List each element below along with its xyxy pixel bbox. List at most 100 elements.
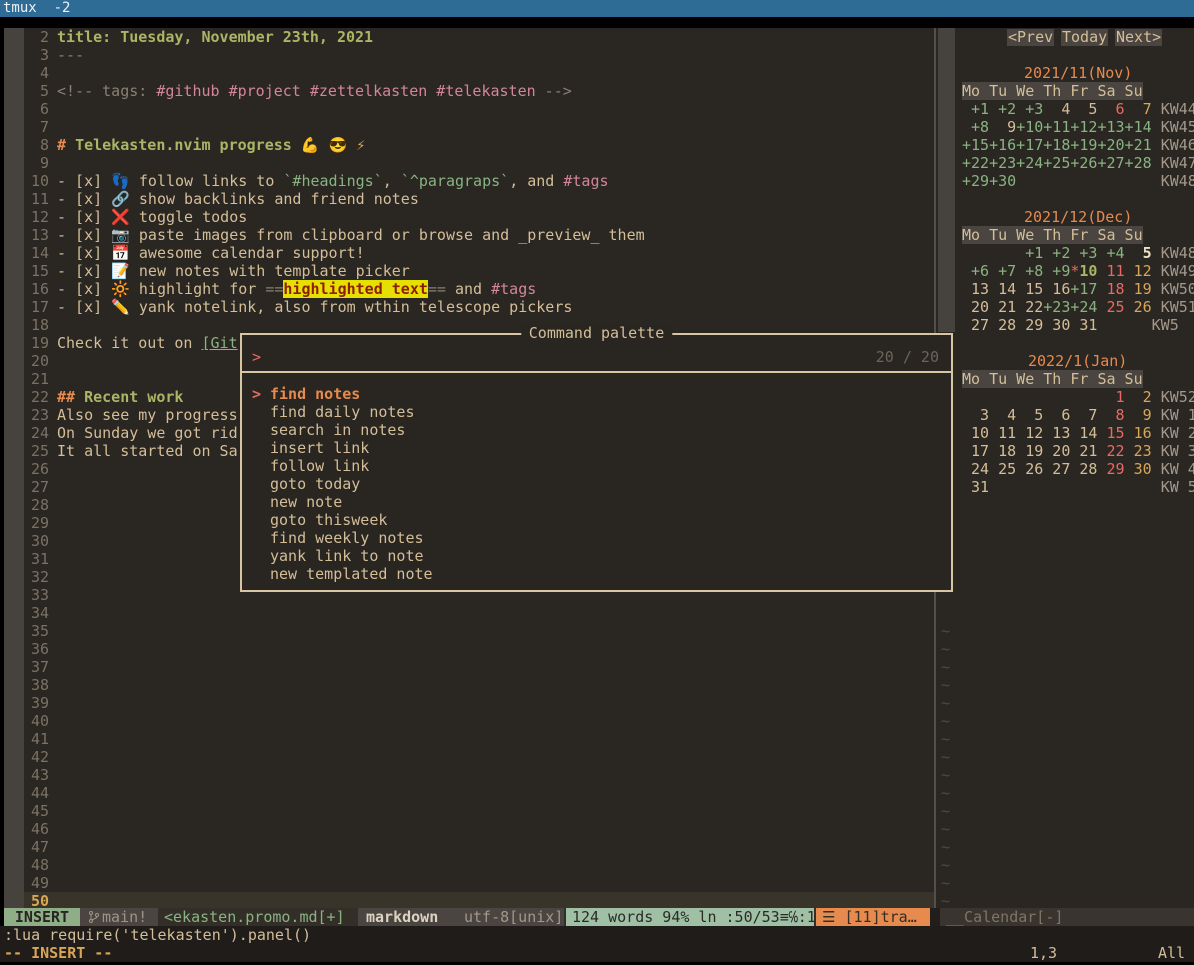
calendar-day[interactable]: 12 <box>1134 262 1152 280</box>
calendar-week-row[interactable]: 31 KW 5 <box>962 478 1194 496</box>
calendar-day[interactable]: +23+24 <box>1043 298 1097 316</box>
editor-line[interactable]: 4 <box>4 64 934 82</box>
editor-line[interactable]: 45 <box>4 802 934 820</box>
calendar-week-row[interactable]: +29+30 KW48 <box>962 172 1194 190</box>
palette-item[interactable]: yank link to note <box>242 547 951 565</box>
calendar-scrollbar[interactable] <box>938 28 955 332</box>
editor-line[interactable]: 3--- <box>4 46 934 64</box>
editor-line[interactable]: 41 <box>4 730 934 748</box>
calendar-day[interactable]: 31 <box>962 478 989 496</box>
calendar-day[interactable]: 30 <box>1134 460 1152 478</box>
calendar-day[interactable]: 9 <box>989 118 1016 136</box>
editor-line[interactable]: 7 <box>4 118 934 136</box>
palette-item[interactable]: goto today <box>242 475 951 493</box>
calendar-day[interactable]: 20 21 22 <box>962 298 1043 316</box>
calendar-day[interactable]: +10+11+12+13+14 <box>1016 118 1151 136</box>
calendar-day[interactable]: 9 <box>1143 406 1152 424</box>
calendar-day[interactable]: 6 <box>1116 100 1125 118</box>
editor-line[interactable]: 42 <box>4 748 934 766</box>
calendar-day[interactable]: 18 <box>1107 280 1125 298</box>
palette-item[interactable]: find weekly notes <box>242 529 951 547</box>
command-line[interactable]: :lua require('telekasten').panel() <box>4 926 311 944</box>
calendar-day[interactable]: +1 +2 +3 +4 <box>1016 244 1124 262</box>
calendar-day[interactable]: 25 <box>1107 298 1125 316</box>
calendar-week-row[interactable]: 24 25 26 27 28 29 30 KW 4 <box>962 460 1194 478</box>
editor-line[interactable]: 10- [x] 👣 follow links to `#headings`, `… <box>4 172 934 190</box>
calendar-day[interactable]: +17 <box>1070 280 1097 298</box>
editor-line[interactable]: 35 <box>4 622 934 640</box>
calendar-day[interactable]: +22+23+24+25+26+27+28 <box>962 154 1152 172</box>
calendar-day[interactable]: 7 <box>1143 100 1152 118</box>
editor-line[interactable]: 16- [x] 🔆 highlight for ==highlighted te… <box>4 280 934 298</box>
editor-line[interactable]: 11- [x] 🔗 show backlinks and friend note… <box>4 190 934 208</box>
editor-line[interactable]: 34 <box>4 604 934 622</box>
calendar-today-button[interactable]: Today <box>1061 29 1108 46</box>
palette-item[interactable]: >find notes <box>242 385 951 403</box>
calendar-day[interactable]: 10 11 12 13 14 <box>962 424 1097 442</box>
palette-item[interactable]: new note <box>242 493 951 511</box>
editor-line[interactable]: 6 <box>4 100 934 118</box>
calendar-day[interactable]: 26 <box>1134 298 1152 316</box>
palette-item[interactable]: search in notes <box>242 421 951 439</box>
calendar-day[interactable]: 16 <box>1134 424 1152 442</box>
calendar-day[interactable]: 1 <box>1116 388 1125 406</box>
editor-line[interactable]: 14- [x] 📅 awesome calendar support! <box>4 244 934 262</box>
editor-line[interactable]: 18 <box>4 316 934 334</box>
palette-item[interactable]: find daily notes <box>242 403 951 421</box>
calendar-day[interactable]: 2 <box>1143 388 1152 406</box>
editor-line[interactable]: 2title: Tuesday, November 23th, 2021 <box>4 28 934 46</box>
editor-line[interactable]: 39 <box>4 694 934 712</box>
calendar-week-row[interactable]: +22+23+24+25+26+27+28 KW47 <box>962 154 1194 172</box>
editor-line[interactable]: 12- [x] ❌ toggle todos <box>4 208 934 226</box>
editor-line[interactable]: 37 <box>4 658 934 676</box>
editor-line[interactable]: 5<!-- tags: #github #project #zettelkast… <box>4 82 934 100</box>
calendar-week-row[interactable]: 10 11 12 13 14 15 16 KW 2 <box>962 424 1194 442</box>
calendar-day[interactable]: +6 +7 +8 +9 <box>962 262 1070 280</box>
calendar-day[interactable]: 8 <box>1116 406 1125 424</box>
calendar-day[interactable]: 24 25 26 27 28 <box>962 460 1097 478</box>
calendar-day[interactable]: 15 <box>1107 424 1125 442</box>
calendar-week-row[interactable]: +6 +7 +8 +9*10 11 12 KW49 <box>962 262 1194 280</box>
calendar-day[interactable]: 10 <box>1079 262 1097 280</box>
editor-line[interactable]: 13- [x] 📷 paste images from clipboard or… <box>4 226 934 244</box>
editor-line[interactable]: 40 <box>4 712 934 730</box>
editor-line[interactable]: 36 <box>4 640 934 658</box>
calendar-day[interactable]: +8 <box>962 118 989 136</box>
calendar-next-button[interactable]: Next> <box>1115 29 1162 46</box>
calendar-week-row[interactable]: +15+16+17+18+19+20+21 KW46 <box>962 136 1194 154</box>
palette-item[interactable]: follow link <box>242 457 951 475</box>
calendar-week-row[interactable]: 17 18 19 20 21 22 23 KW 3 <box>962 442 1194 460</box>
editor-line[interactable]: 49 <box>4 874 934 892</box>
calendar-week-row[interactable]: +8 9+10+11+12+13+14 KW45 <box>962 118 1194 136</box>
calendar-day[interactable]: 5 <box>1143 244 1152 262</box>
editor-line[interactable]: 44 <box>4 784 934 802</box>
calendar-week-row[interactable]: 3 4 5 6 7 8 9 KW 1 <box>962 406 1194 424</box>
palette-item[interactable]: goto thisweek <box>242 511 951 529</box>
calendar-week-row[interactable]: 27 28 29 30 31 KW5 <box>962 316 1179 334</box>
editor-line[interactable]: 48 <box>4 856 934 874</box>
palette-item[interactable]: new templated note <box>242 565 951 583</box>
calendar-day[interactable]: 13 14 15 16 <box>962 280 1070 298</box>
palette-prompt[interactable]: > <box>252 348 261 366</box>
editor-line[interactable]: 43 <box>4 766 934 784</box>
palette-item[interactable]: insert link <box>242 439 951 457</box>
calendar-day[interactable]: +1 +2 +3 <box>962 100 1043 118</box>
calendar-day[interactable]: 27 28 29 30 31 <box>962 316 1097 334</box>
calendar-day[interactable]: 17 18 19 20 21 <box>962 442 1097 460</box>
calendar-week-row[interactable]: +1 +2 +3 4 5 6 7 KW44 <box>962 100 1194 118</box>
calendar-day[interactable]: 19 <box>1134 280 1152 298</box>
editor-line[interactable]: 9 <box>4 154 934 172</box>
editor-line[interactable]: 47 <box>4 838 934 856</box>
calendar-day[interactable]: 4 5 <box>1043 100 1097 118</box>
calendar-prev-button[interactable]: <Prev <box>1007 29 1054 46</box>
calendar-day[interactable]: 11 <box>1107 262 1125 280</box>
calendar-week-row[interactable]: +1 +2 +3 +4 5 KW48 <box>962 244 1194 262</box>
editor-line[interactable]: 46 <box>4 820 934 838</box>
calendar-day[interactable]: +29+30 <box>962 172 1016 190</box>
calendar-day[interactable]: 23 <box>1134 442 1152 460</box>
editor-line[interactable]: 15- [x] 📝 new notes with template picker <box>4 262 934 280</box>
calendar-day[interactable]: 3 4 5 6 7 <box>962 406 1097 424</box>
calendar-week-row[interactable]: 13 14 15 16+17 18 19 KW50 <box>962 280 1194 298</box>
tab-indicator-segment[interactable]: ☰ [11]tra… <box>816 908 930 926</box>
calendar-day[interactable]: +15+16+17+18+19+20+21 <box>962 136 1152 154</box>
